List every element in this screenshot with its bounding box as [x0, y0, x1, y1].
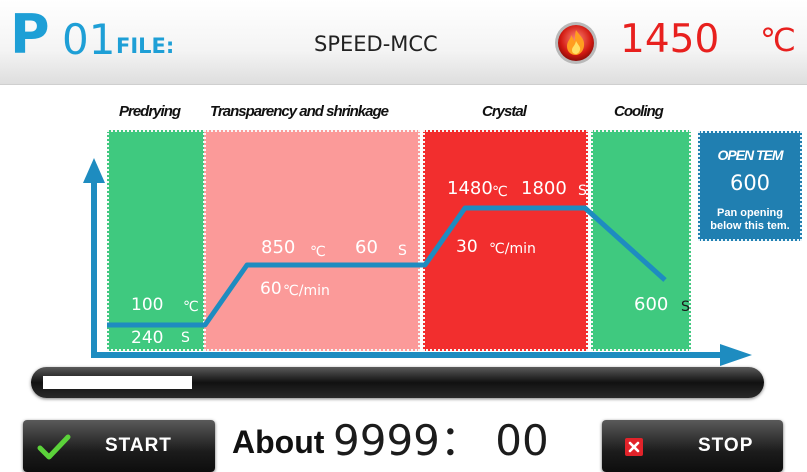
crystal-temp[interactable]: 1480	[447, 178, 493, 199]
predrying-temp[interactable]: 100	[131, 295, 163, 315]
shrinkage-time-unit: S	[398, 243, 407, 259]
open-temp-value[interactable]: 600	[700, 171, 800, 195]
crystal-rate[interactable]: 30	[456, 237, 478, 257]
x-axis-arrow	[720, 344, 752, 366]
shrinkage-temp[interactable]: 850	[261, 237, 295, 258]
predrying-time-unit: S	[181, 330, 190, 346]
crystal-temp-unit: ℃	[492, 184, 508, 200]
firing-profile-chart	[83, 158, 752, 366]
open-temp-box[interactable]: OPEN TEM 600 Pan opening below this tem.	[698, 131, 802, 241]
shrinkage-rate-unit: ℃/min	[283, 283, 330, 299]
progress-fill	[43, 376, 192, 389]
y-axis-arrow	[83, 158, 105, 183]
open-temp-note: Pan opening below this tem.	[710, 207, 790, 232]
start-button[interactable]: START	[23, 420, 215, 472]
crystal-time[interactable]: 1800	[521, 178, 567, 199]
shrinkage-temp-unit: ℃	[310, 244, 326, 260]
crystal-time-unit: S	[578, 183, 587, 199]
stop-label: STOP	[698, 435, 754, 456]
cooling-time-unit: S	[681, 299, 690, 315]
predrying-time[interactable]: 240	[131, 328, 163, 348]
check-icon	[37, 434, 71, 460]
predrying-temp-unit: ℃	[183, 299, 199, 315]
open-temp-title: OPEN TEM	[717, 147, 783, 163]
close-icon	[625, 438, 643, 456]
remaining-time: 9999： 00	[333, 416, 549, 465]
about-label: About	[232, 424, 325, 460]
crystal-rate-unit: ℃/min	[489, 241, 536, 257]
cooling-time[interactable]: 600	[634, 294, 668, 315]
start-label: START	[105, 435, 172, 456]
shrinkage-rate[interactable]: 60	[260, 279, 282, 299]
stop-button[interactable]: STOP	[602, 420, 783, 472]
shrinkage-time[interactable]: 60	[355, 237, 378, 258]
